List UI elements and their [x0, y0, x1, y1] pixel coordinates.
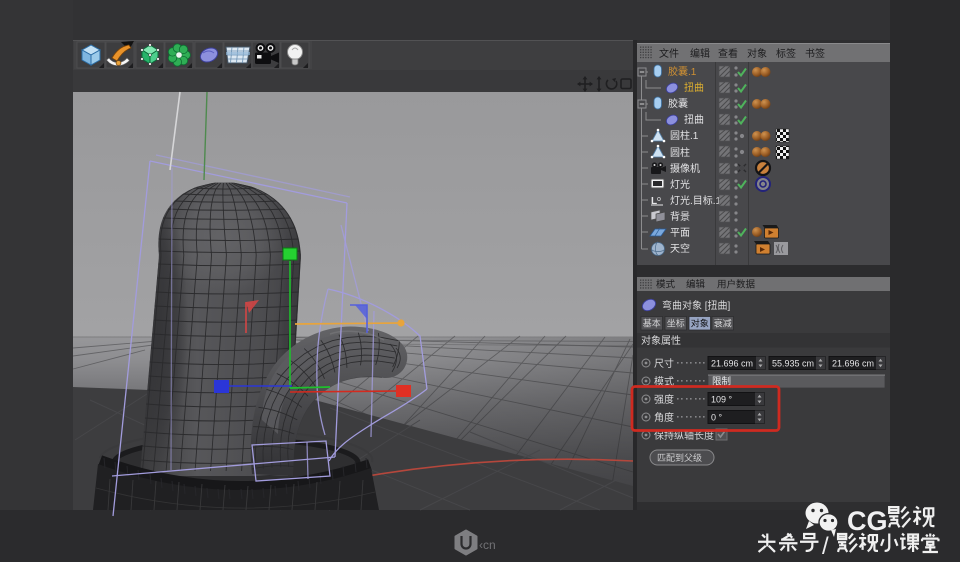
svg-text:扭曲: 扭曲 — [684, 113, 704, 126]
svg-text:编辑: 编辑 — [686, 279, 706, 291]
svg-text:模式: 模式 — [656, 279, 676, 291]
svg-text:灯光.目标.1: 灯光.目标.1 — [670, 194, 722, 207]
svg-text:坐标: 坐标 — [667, 318, 685, 329]
svg-text:21.696 cm: 21.696 cm — [711, 359, 753, 369]
svg-text:o: o — [657, 196, 661, 203]
svg-text:编辑: 编辑 — [690, 47, 710, 60]
svg-text:文件: 文件 — [659, 47, 679, 60]
svg-text:109 °: 109 ° — [711, 395, 733, 405]
svg-text:圆柱.1: 圆柱.1 — [670, 129, 699, 142]
svg-text:55.935 cm: 55.935 cm — [772, 359, 814, 369]
svg-text:21.696 cm: 21.696 cm — [832, 359, 874, 369]
svg-text:对象: 对象 — [747, 47, 767, 60]
svg-text:对象: 对象 — [691, 318, 709, 329]
svg-text:背景: 背景 — [670, 210, 690, 223]
svg-text:用户数据: 用户数据 — [717, 279, 756, 291]
svg-text:胶囊.1: 胶囊.1 — [668, 65, 697, 78]
svg-text:基本: 基本 — [643, 318, 661, 329]
svg-text:扭曲: 扭曲 — [684, 81, 704, 94]
svg-text:强度: 强度 — [654, 393, 674, 406]
svg-text:0 °: 0 ° — [711, 413, 723, 423]
svg-text:书签: 书签 — [805, 47, 825, 60]
svg-text:标签: 标签 — [776, 47, 796, 60]
svg-text:‹cn: ‹cn — [479, 538, 496, 552]
svg-text:角度: 角度 — [654, 411, 674, 424]
svg-text:/: / — [822, 533, 829, 560]
svg-text:摄像机: 摄像机 — [670, 162, 700, 175]
svg-text:灯光: 灯光 — [670, 178, 690, 191]
svg-text:圆柱: 圆柱 — [670, 146, 690, 159]
svg-text:平面: 平面 — [670, 228, 690, 239]
svg-text:衰减: 衰减 — [714, 318, 732, 329]
svg-text:尺寸: 尺寸 — [654, 357, 674, 370]
svg-text:对象属性: 对象属性 — [641, 334, 681, 347]
svg-text:CG: CG — [847, 506, 888, 536]
svg-text:胶囊: 胶囊 — [668, 97, 688, 110]
svg-text:天空: 天空 — [670, 242, 690, 255]
svg-text:弯曲对象 [扭曲]: 弯曲对象 [扭曲] — [662, 299, 731, 312]
svg-text:匹配到父级: 匹配到父级 — [657, 452, 702, 463]
svg-text:查看: 查看 — [718, 47, 738, 60]
